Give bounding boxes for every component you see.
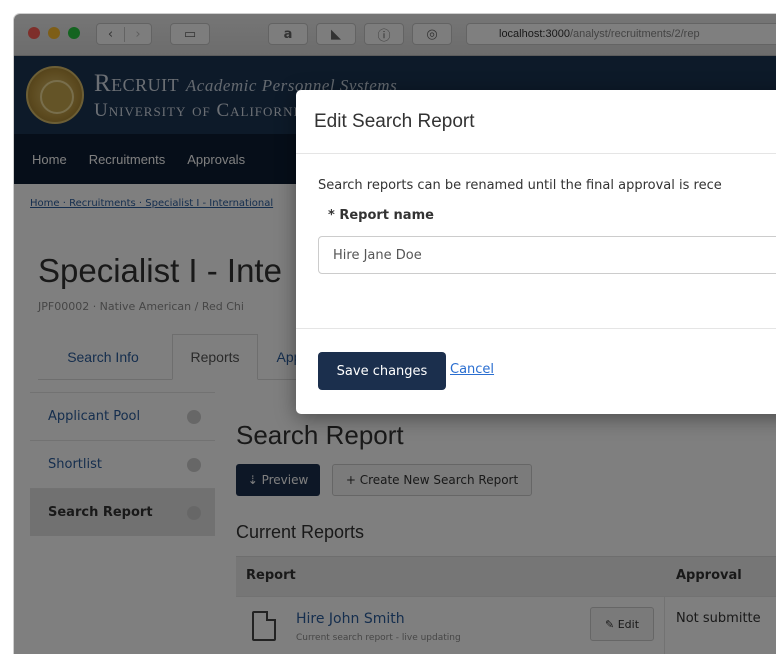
report-name-label: * Report name: [328, 208, 434, 223]
screen: ‹ › ▭ a ◣ ⓘ ◎ localhost:3000/analyst/rec…: [0, 0, 776, 654]
browser-window: ‹ › ▭ a ◣ ⓘ ◎ localhost:3000/analyst/rec…: [14, 14, 776, 654]
edit-report-dialog: Edit Search Report Search reports can be…: [296, 90, 776, 414]
dialog-footer-divider: [296, 328, 776, 329]
cancel-link[interactable]: Cancel: [450, 362, 494, 377]
dialog-description: Search reports can be renamed until the …: [318, 178, 722, 193]
report-name-input[interactable]: [318, 236, 776, 274]
dialog-title: Edit Search Report: [314, 111, 475, 132]
save-changes-button[interactable]: Save changes: [318, 352, 446, 390]
dialog-header: Edit Search Report: [296, 90, 776, 154]
